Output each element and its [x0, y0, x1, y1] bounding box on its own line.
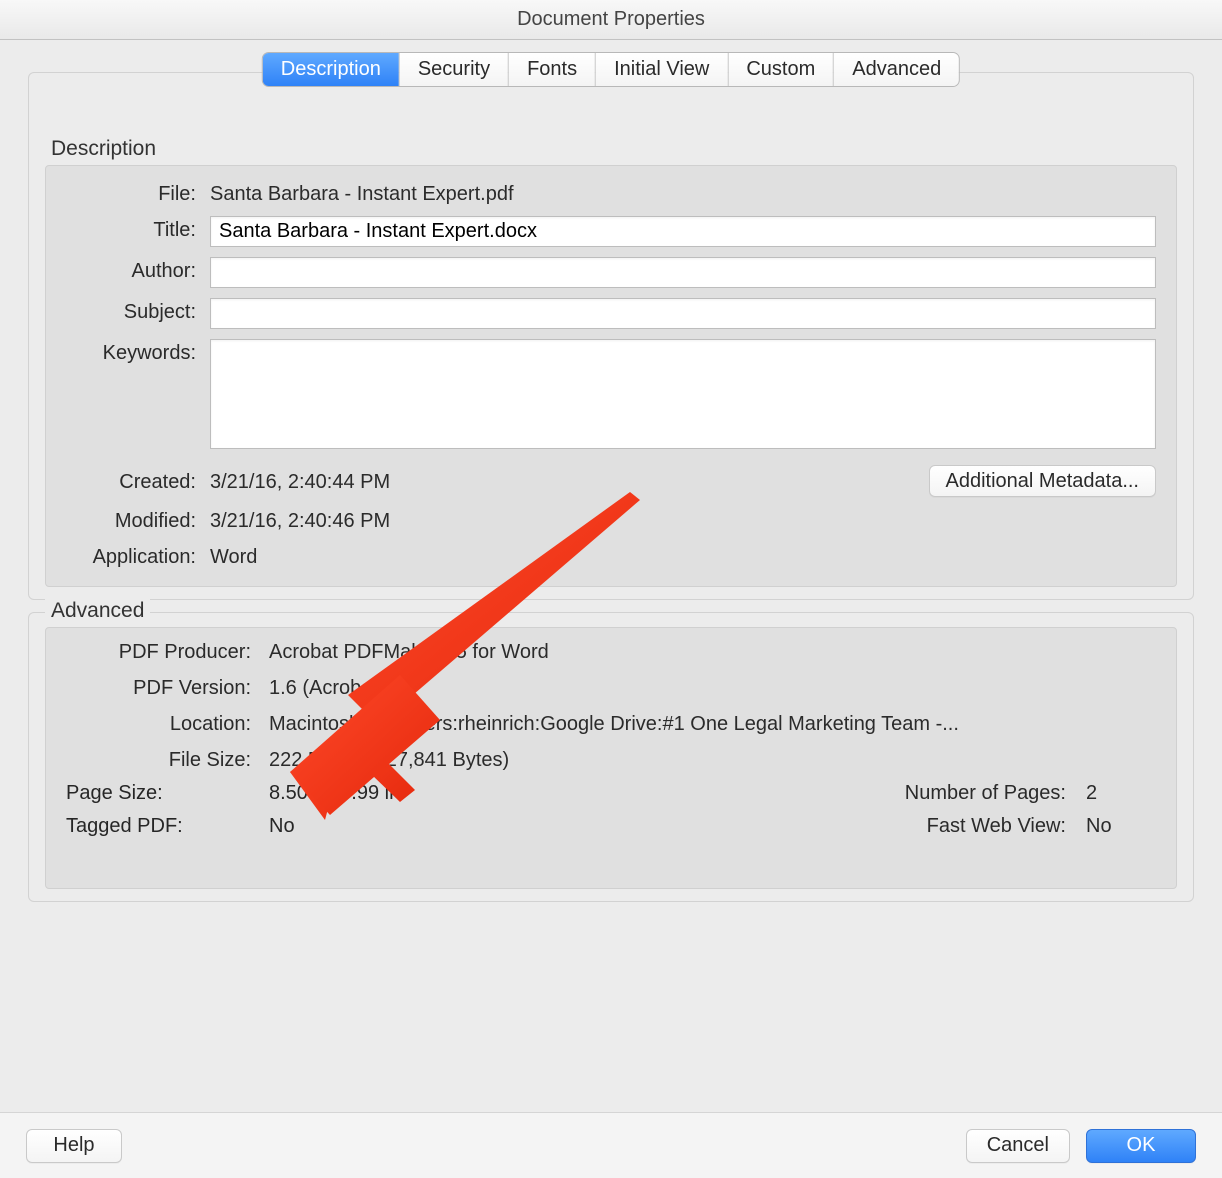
author-input[interactable]	[210, 257, 1156, 288]
description-group: Description File: Santa Barbara - Instan…	[28, 72, 1194, 600]
number-of-pages-label: Number of Pages:	[905, 782, 1066, 805]
fast-web-view-value: No	[1086, 815, 1156, 838]
advanced-form: PDF Producer: Acrobat PDFMaker 15 for Wo…	[45, 627, 1177, 889]
description-legend: Description	[45, 137, 162, 161]
description-form: File: Santa Barbara - Instant Expert.pdf…	[45, 165, 1177, 587]
number-of-pages-value: 2	[1086, 782, 1156, 805]
help-button[interactable]: Help	[26, 1129, 122, 1163]
advanced-legend: Advanced	[45, 599, 150, 623]
tab-security[interactable]: Security	[400, 53, 509, 86]
location-value: Macintosh HD:Users:rheinrich:Google Driv…	[269, 710, 1156, 736]
dialog-footer: Help Cancel OK	[0, 1112, 1222, 1178]
keywords-label: Keywords:	[66, 339, 196, 365]
location-label: Location:	[66, 710, 251, 736]
title-label: Title:	[66, 216, 196, 242]
tab-description[interactable]: Description	[263, 53, 400, 86]
modified-value: 3/21/16, 2:40:46 PM	[210, 507, 390, 533]
pdf-producer-value: Acrobat PDFMaker 15 for Word	[269, 638, 1156, 664]
page-size-label: Page Size:	[66, 782, 251, 805]
ok-button[interactable]: OK	[1086, 1129, 1196, 1163]
file-label: File:	[66, 180, 196, 206]
page-size-value: 8.50 x 10.99 in	[269, 782, 846, 805]
tab-fonts[interactable]: Fonts	[509, 53, 596, 86]
fast-web-view-label: Fast Web View:	[927, 815, 1066, 838]
author-label: Author:	[66, 257, 196, 283]
title-input[interactable]	[210, 216, 1156, 247]
modified-label: Modified:	[66, 507, 196, 533]
additional-metadata-button[interactable]: Additional Metadata...	[929, 465, 1156, 497]
window-titlebar: Document Properties	[0, 0, 1222, 40]
cancel-button[interactable]: Cancel	[966, 1129, 1070, 1163]
file-size-value: 222.50 KB (227,841 Bytes)	[269, 746, 1156, 772]
tagged-pdf-label: Tagged PDF:	[66, 815, 251, 838]
window-title: Document Properties	[517, 8, 705, 31]
tab-bar: Description Security Fonts Initial View …	[263, 53, 959, 86]
keywords-input[interactable]	[210, 339, 1156, 449]
tagged-pdf-value: No	[269, 815, 846, 838]
pdf-producer-label: PDF Producer:	[66, 638, 251, 664]
subject-label: Subject:	[66, 298, 196, 324]
file-value: Santa Barbara - Instant Expert.pdf	[210, 180, 1156, 206]
pdf-version-label: PDF Version:	[66, 674, 251, 700]
pdf-version-value: 1.6 (Acrobat 7.x)	[269, 674, 1156, 700]
application-label: Application:	[66, 543, 196, 569]
application-value: Word	[210, 543, 257, 569]
advanced-group: Advanced PDF Producer: Acrobat PDFMaker …	[28, 612, 1194, 902]
tab-initial-view[interactable]: Initial View	[596, 53, 728, 86]
tab-advanced[interactable]: Advanced	[834, 53, 959, 86]
tab-custom[interactable]: Custom	[728, 53, 834, 86]
created-value: 3/21/16, 2:40:44 PM	[210, 468, 390, 494]
created-label: Created:	[66, 468, 196, 494]
dialog-body: Description Security Fonts Initial View …	[0, 40, 1222, 1178]
subject-input[interactable]	[210, 298, 1156, 329]
file-size-label: File Size:	[66, 746, 251, 772]
